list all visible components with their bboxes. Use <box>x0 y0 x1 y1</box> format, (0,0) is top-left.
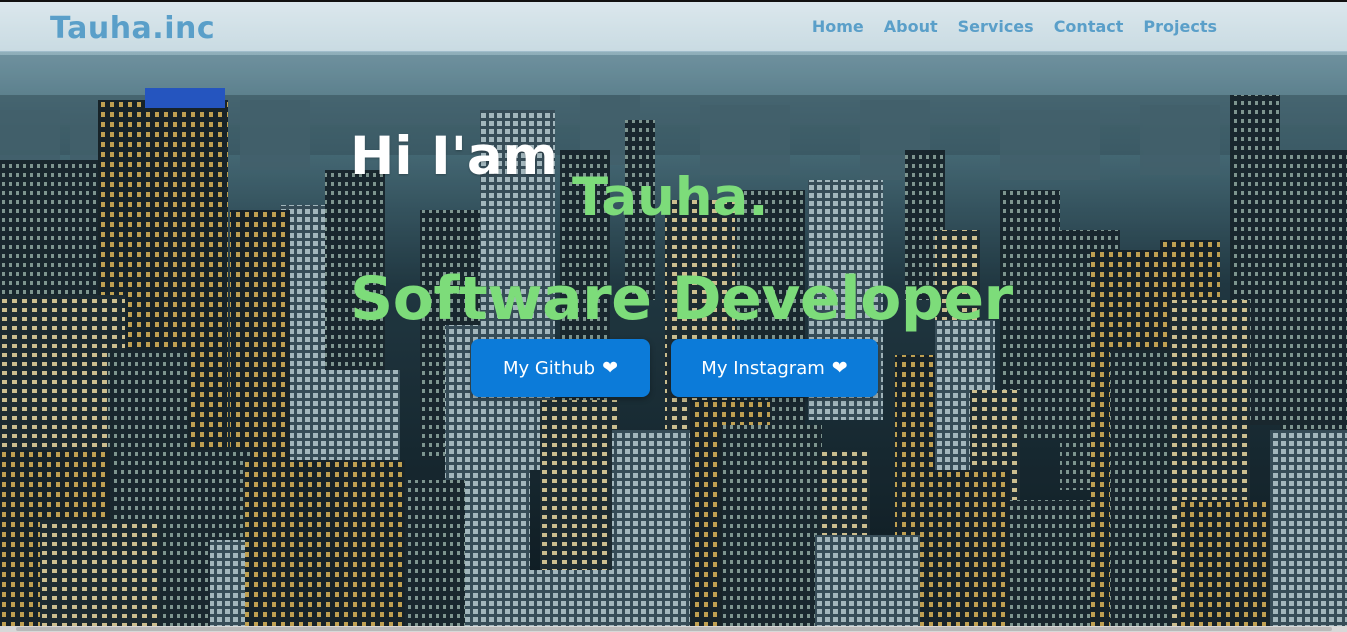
nav-link-about[interactable]: About <box>884 17 938 36</box>
hero-greeting: Hi I'am <box>350 126 558 187</box>
page: Tauha.inc Home About Services Contact Pr… <box>0 0 1347 632</box>
instagram-button[interactable]: My Instagram ❤ <box>671 339 878 397</box>
github-button[interactable]: My Github ❤ <box>471 339 650 397</box>
hero-name: Tauha. <box>572 167 769 228</box>
brand-logo[interactable]: Tauha.inc <box>50 11 215 46</box>
horizontal-scrollbar[interactable] <box>0 626 1347 632</box>
nav-link-services[interactable]: Services <box>958 17 1034 36</box>
heart-icon: ❤ <box>602 356 619 379</box>
nav-link-projects[interactable]: Projects <box>1143 17 1217 36</box>
github-button-label: My Github <box>502 357 596 379</box>
hero-role: Software Developer <box>350 264 1013 334</box>
scrollbar-thumb[interactable] <box>16 627 1332 631</box>
heart-icon: ❤ <box>831 356 848 379</box>
nav-link-home[interactable]: Home <box>812 17 864 36</box>
instagram-button-label: My Instagram <box>701 357 825 379</box>
nav-links: Home About Services Contact Projects <box>812 17 1217 36</box>
nav-link-contact[interactable]: Contact <box>1054 17 1124 36</box>
navbar: Tauha.inc Home About Services Contact Pr… <box>0 2 1347 52</box>
